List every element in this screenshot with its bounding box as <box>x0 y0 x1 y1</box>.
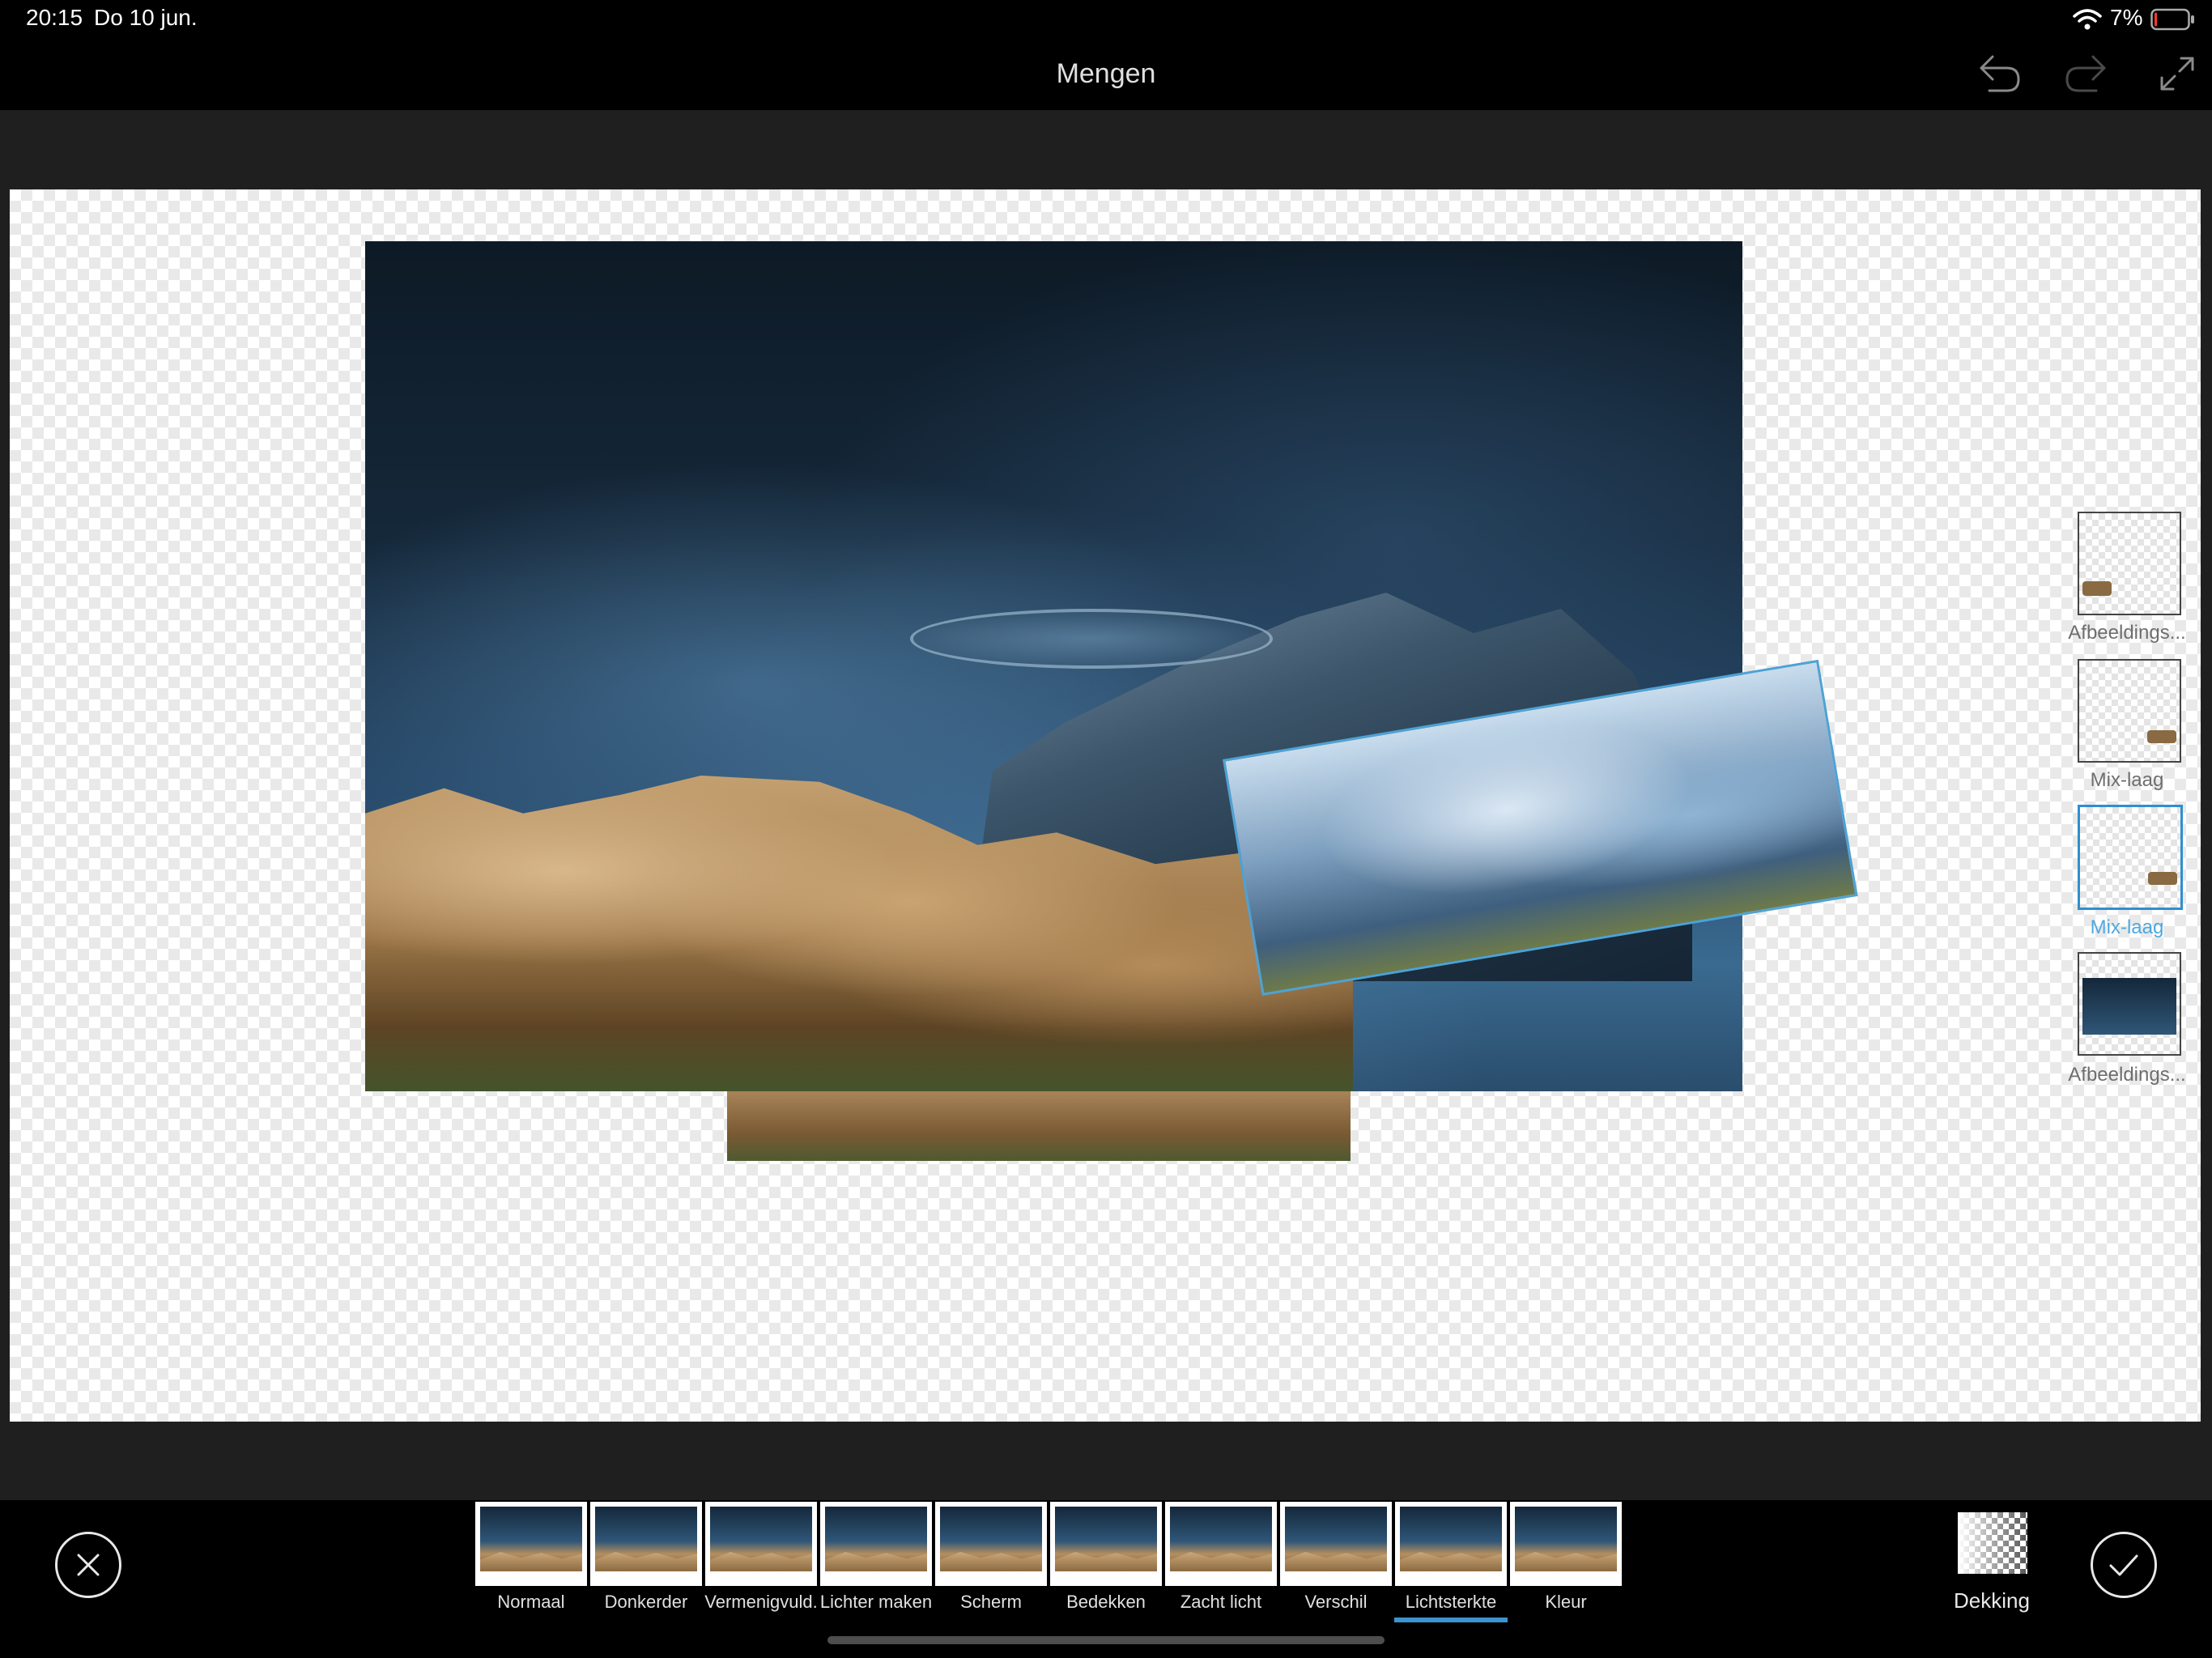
ufo-shape <box>910 609 1273 669</box>
page-title: Mengen <box>1056 58 1156 89</box>
expand-icon <box>2160 57 2194 91</box>
layer-thumbnail[interactable] <box>2078 952 2181 1056</box>
blend-preset-donkerder[interactable] <box>590 1502 702 1586</box>
layer-item-selected[interactable] <box>2078 805 2183 910</box>
layer-thumbnail[interactable] <box>2078 659 2181 763</box>
undo-button[interactable] <box>1972 47 2026 100</box>
blend-preset-kleur[interactable] <box>1510 1502 1622 1586</box>
battery-percentage: 7% <box>2110 5 2143 30</box>
layer-item[interactable] <box>2078 512 2181 615</box>
blend-preset-scherm[interactable] <box>935 1502 1047 1586</box>
rocks-offset-layer[interactable] <box>727 1091 1351 1161</box>
blend-preset-label: Lichter maken <box>819 1592 933 1612</box>
fullscreen-button[interactable] <box>2150 47 2204 100</box>
blend-preset-label: Kleur <box>1545 1592 1587 1612</box>
selected-preset-indicator <box>1394 1618 1508 1622</box>
status-bar <box>0 0 2212 39</box>
opacity-label[interactable]: Dekking <box>1935 1588 2048 1613</box>
blend-preset-label: Zacht licht <box>1180 1592 1262 1612</box>
blend-preset-label: Normaal <box>497 1592 565 1612</box>
battery-icon <box>2150 8 2196 31</box>
blend-preset-vermenigvuld[interactable] <box>705 1502 817 1586</box>
layer-label: Afbeeldings... <box>2068 622 2186 644</box>
status-date: Do 10 jun. <box>94 5 198 30</box>
blend-preset-zacht-licht[interactable] <box>1165 1502 1277 1586</box>
layer-thumbnail[interactable] <box>2078 805 2183 910</box>
blend-preset-normaal[interactable] <box>475 1502 587 1586</box>
blend-preset-label: Vermenigvuld. <box>704 1592 818 1612</box>
status-time: 20:15 <box>26 5 83 30</box>
layer-item[interactable] <box>2078 659 2181 763</box>
blend-preset-label: Bedekken <box>1066 1592 1146 1612</box>
blend-preset-label: Scherm <box>960 1592 1022 1612</box>
blend-preset-lichter-maken[interactable] <box>820 1502 932 1586</box>
layer-thumbnail[interactable] <box>2078 512 2181 615</box>
opacity-icon[interactable] <box>1958 1512 2027 1574</box>
checkmark-icon <box>2109 1554 2138 1576</box>
blend-preset-label: Donkerder <box>604 1592 688 1612</box>
layer-item[interactable] <box>2078 952 2181 1056</box>
cancel-button[interactable] <box>55 1532 121 1598</box>
close-icon <box>77 1554 100 1576</box>
confirm-button[interactable] <box>2091 1532 2157 1598</box>
blend-preset-verschil[interactable] <box>1280 1502 1392 1586</box>
layer-label: Afbeeldings... <box>2068 1064 2186 1086</box>
blend-preset-label: Lichtsterkte <box>1405 1592 1497 1612</box>
layer-label: Mix-laag <box>2090 769 2164 791</box>
wifi-icon <box>2073 8 2102 31</box>
blend-preset-bedekken[interactable] <box>1050 1502 1162 1586</box>
layer-label: Mix-laag <box>2090 916 2164 938</box>
redo-icon <box>2065 55 2106 92</box>
home-indicator <box>827 1636 1385 1644</box>
blend-preset-lichtsterkte-selected[interactable] <box>1395 1502 1507 1586</box>
blend-preset-label: Verschil <box>1304 1592 1368 1612</box>
undo-icon <box>1980 55 2020 92</box>
redo-button[interactable] <box>2060 47 2113 100</box>
